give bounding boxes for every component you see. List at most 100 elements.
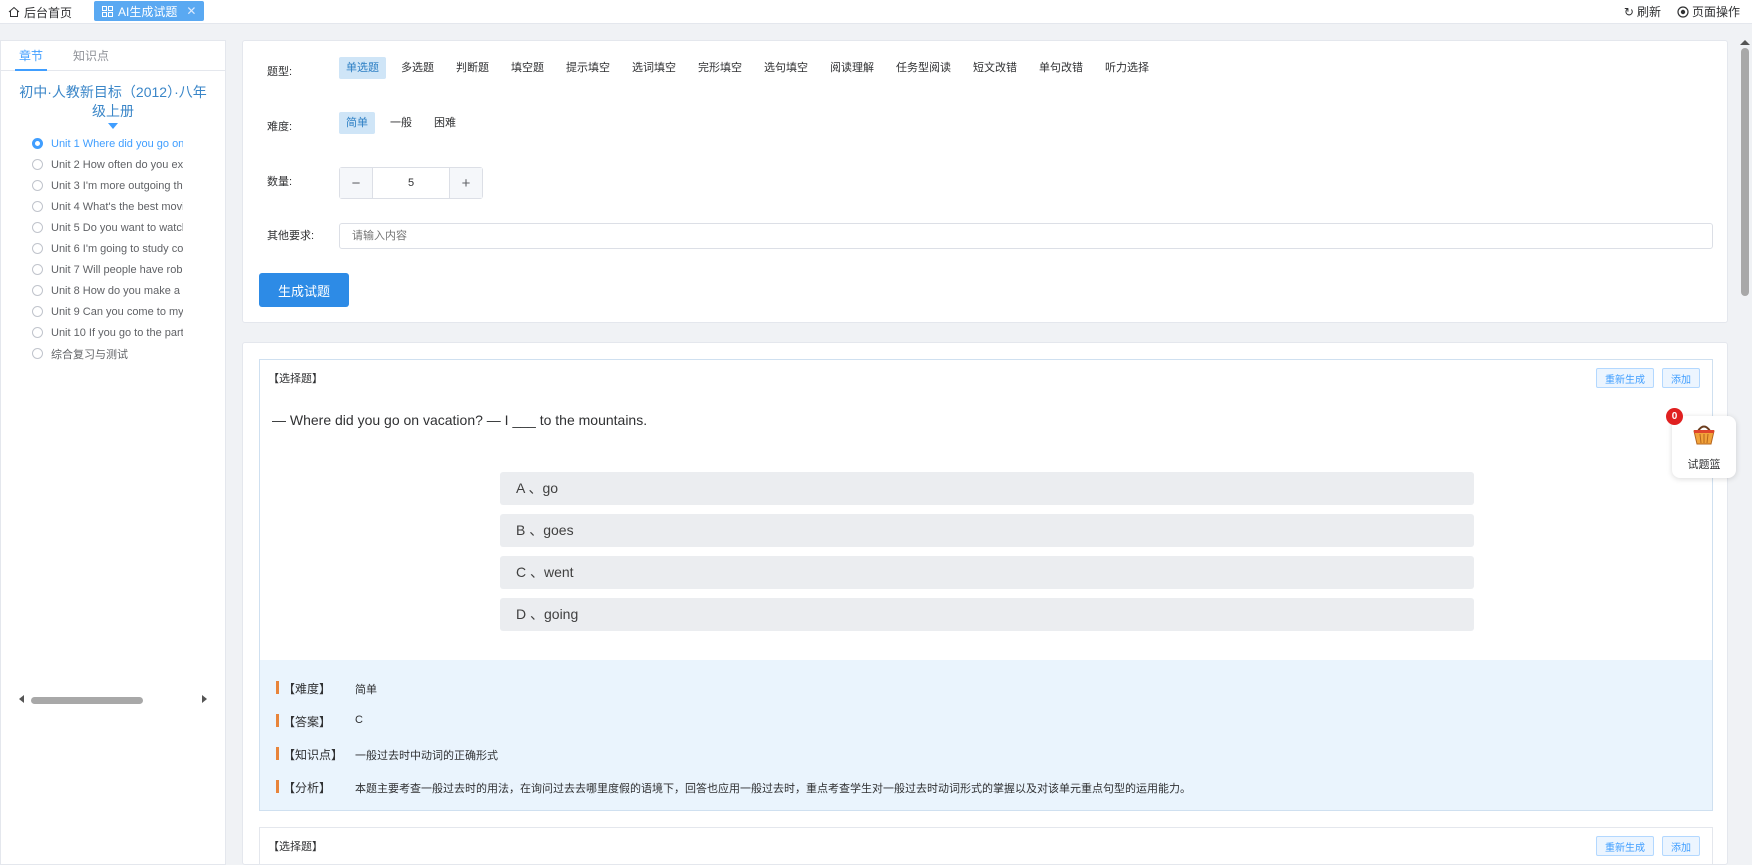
unit-label: Unit 7 Will people have robots? <box>51 263 183 276</box>
unit-label: Unit 9 Can you come to my party? <box>51 305 183 318</box>
tab-chapter[interactable]: 章节 <box>14 41 48 71</box>
unit-item[interactable]: 综合复习与测试 <box>32 343 183 364</box>
meta-difficulty: 【难度】 简单 <box>260 680 1712 713</box>
question-card: 【选择题】 重新生成 添加 <box>259 827 1713 864</box>
left-tabs: 章节 知识点 <box>1 41 225 71</box>
type-chip[interactable]: 选句填空 <box>757 57 815 79</box>
type-chip[interactable]: 多选题 <box>394 57 441 79</box>
unit-item[interactable]: Unit 6 I'm going to study computer scien… <box>32 238 183 259</box>
refresh-button[interactable]: ↻ 刷新 <box>1624 3 1661 20</box>
type-label: 题型: <box>267 66 293 78</box>
basket-label: 试题篮 <box>1687 459 1721 471</box>
unit-item[interactable]: Unit 2 How often do you exercise? <box>32 154 183 175</box>
refresh-icon: ↻ <box>1623 4 1634 19</box>
radio-icon <box>32 138 43 149</box>
regenerate-button[interactable]: 重新生成 <box>1596 368 1654 388</box>
tab-ai-generate-label: AI生成试题 <box>118 4 178 19</box>
question-card: 【选择题】 重新生成 添加 — Where did you go on vaca… <box>259 359 1713 811</box>
meta-value: C <box>355 714 363 726</box>
add-button[interactable]: 添加 <box>1662 368 1700 388</box>
radio-icon <box>32 348 43 359</box>
unit-item[interactable]: Unit 10 If you go to the party, you'll h… <box>32 322 183 343</box>
scroll-up-icon[interactable] <box>1740 40 1750 45</box>
radio-icon <box>32 222 43 233</box>
close-icon[interactable]: ✕ <box>186 4 196 18</box>
unit-label: Unit 8 How do you make a banana milk sha… <box>51 284 183 297</box>
increment-button[interactable]: + <box>449 168 482 198</box>
book-title[interactable]: 初中·人教新目标（2012）·八年级上册 <box>1 83 225 121</box>
meta-value: 一般过去时中动词的正确形式 <box>355 750 498 762</box>
tab-knowledge[interactable]: 知识点 <box>73 41 109 70</box>
question-type: 【选择题】 <box>268 373 323 385</box>
option-list: A 、go B 、goes C 、went D 、going <box>500 472 1474 640</box>
unit-item[interactable]: Unit 5 Do you want to watch a game show? <box>32 217 183 238</box>
meta-value: 简单 <box>355 684 377 696</box>
horizontal-scrollbar[interactable] <box>17 694 209 704</box>
unit-label: Unit 10 If you go to the party, you'll h… <box>51 326 183 339</box>
unit-item[interactable]: Unit 8 How do you make a banana milk sha… <box>32 280 183 301</box>
type-chip[interactable]: 短文改错 <box>966 57 1024 79</box>
option-item[interactable]: D 、going <box>500 598 1474 631</box>
difficulty-chip[interactable]: 困难 <box>427 112 463 134</box>
option-item[interactable]: C 、went <box>500 556 1474 589</box>
generate-button[interactable]: 生成试题 <box>259 273 349 307</box>
radio-icon <box>32 264 43 275</box>
decrement-button[interactable]: − <box>340 168 373 198</box>
unit-label: Unit 2 How often do you exercise? <box>51 158 183 171</box>
meta-bar <box>276 681 279 694</box>
radio-icon <box>32 243 43 254</box>
option-item[interactable]: A 、go <box>500 472 1474 505</box>
type-chip[interactable]: 阅读理解 <box>823 57 881 79</box>
quantity-value[interactable]: 5 <box>373 168 449 198</box>
question-type: 【选择题】 <box>268 841 323 853</box>
other-requirements-input[interactable] <box>339 223 1713 249</box>
difficulty-chips: 简单 一般 困难 <box>339 112 463 134</box>
radio-icon <box>32 285 43 296</box>
difficulty-chip[interactable]: 一般 <box>383 112 419 134</box>
type-chip[interactable]: 选词填空 <box>625 57 683 79</box>
refresh-label: 刷新 <box>1636 5 1661 19</box>
type-chip[interactable]: 单选题 <box>339 57 386 79</box>
scroll-right-icon[interactable] <box>202 695 207 703</box>
type-chip[interactable]: 判断题 <box>449 57 496 79</box>
type-chip[interactable]: 任务型阅读 <box>889 57 958 79</box>
unit-item[interactable]: Unit 1 Where did you go on vacation? <box>32 133 183 154</box>
scrollbar-thumb[interactable] <box>31 697 143 704</box>
tab-home[interactable]: 后台首页 <box>8 3 72 21</box>
tab-ai-generate[interactable]: AI生成试题 ✕ <box>94 1 205 21</box>
unit-label: 综合复习与测试 <box>51 348 128 361</box>
home-icon <box>8 6 20 17</box>
generate-form: 题型: 单选题 多选题 判断题 填空题 提示填空 选词填空 完形填空 选句填空 … <box>242 40 1728 323</box>
type-chip[interactable]: 单句改错 <box>1032 57 1090 79</box>
radio-icon <box>32 159 43 170</box>
unit-item[interactable]: Unit 9 Can you come to my party? <box>32 301 183 322</box>
unit-item[interactable]: Unit 7 Will people have robots? <box>32 259 183 280</box>
question-basket[interactable]: 0 试题篮 <box>1666 408 1736 478</box>
scroll-left-icon[interactable] <box>19 695 24 703</box>
regenerate-button[interactable]: 重新生成 <box>1596 836 1654 856</box>
add-button[interactable]: 添加 <box>1662 836 1700 856</box>
unit-item[interactable]: Unit 3 I'm more outgoing than my sister. <box>32 175 183 196</box>
type-chip[interactable]: 听力选择 <box>1098 57 1156 79</box>
basket-icon <box>1693 425 1715 445</box>
type-chip[interactable]: 提示填空 <box>559 57 617 79</box>
type-chip[interactable]: 填空题 <box>504 57 551 79</box>
difficulty-chip[interactable]: 简单 <box>339 112 375 134</box>
meta-answer: 【答案】 C <box>260 713 1712 746</box>
unit-item[interactable]: Unit 4 What's the best movie theater? <box>32 196 183 217</box>
vertical-scrollbar[interactable] <box>1741 48 1749 296</box>
page-ops-button[interactable]: 页面操作 <box>1677 3 1740 20</box>
question-meta: 【难度】 简单 【答案】 C 【知识点】 一般过去时中动词的正确形式 【分析】 … <box>260 660 1712 810</box>
grid-icon <box>102 5 113 17</box>
meta-bar <box>276 714 279 727</box>
caret-down-icon[interactable] <box>108 123 118 129</box>
type-chip[interactable]: 完形填空 <box>691 57 749 79</box>
unit-label: Unit 5 Do you want to watch a game show? <box>51 221 183 234</box>
meta-label: 【难度】 <box>283 682 332 696</box>
unit-label: Unit 3 I'm more outgoing than my sister. <box>51 179 183 192</box>
meta-bar <box>276 747 279 760</box>
option-item[interactable]: B 、goes <box>500 514 1474 547</box>
unit-label: Unit 4 What's the best movie theater? <box>51 200 183 213</box>
unit-label: Unit 6 I'm going to study computer scien… <box>51 242 183 255</box>
type-chips: 单选题 多选题 判断题 填空题 提示填空 选词填空 完形填空 选句填空 阅读理解… <box>339 57 1156 79</box>
